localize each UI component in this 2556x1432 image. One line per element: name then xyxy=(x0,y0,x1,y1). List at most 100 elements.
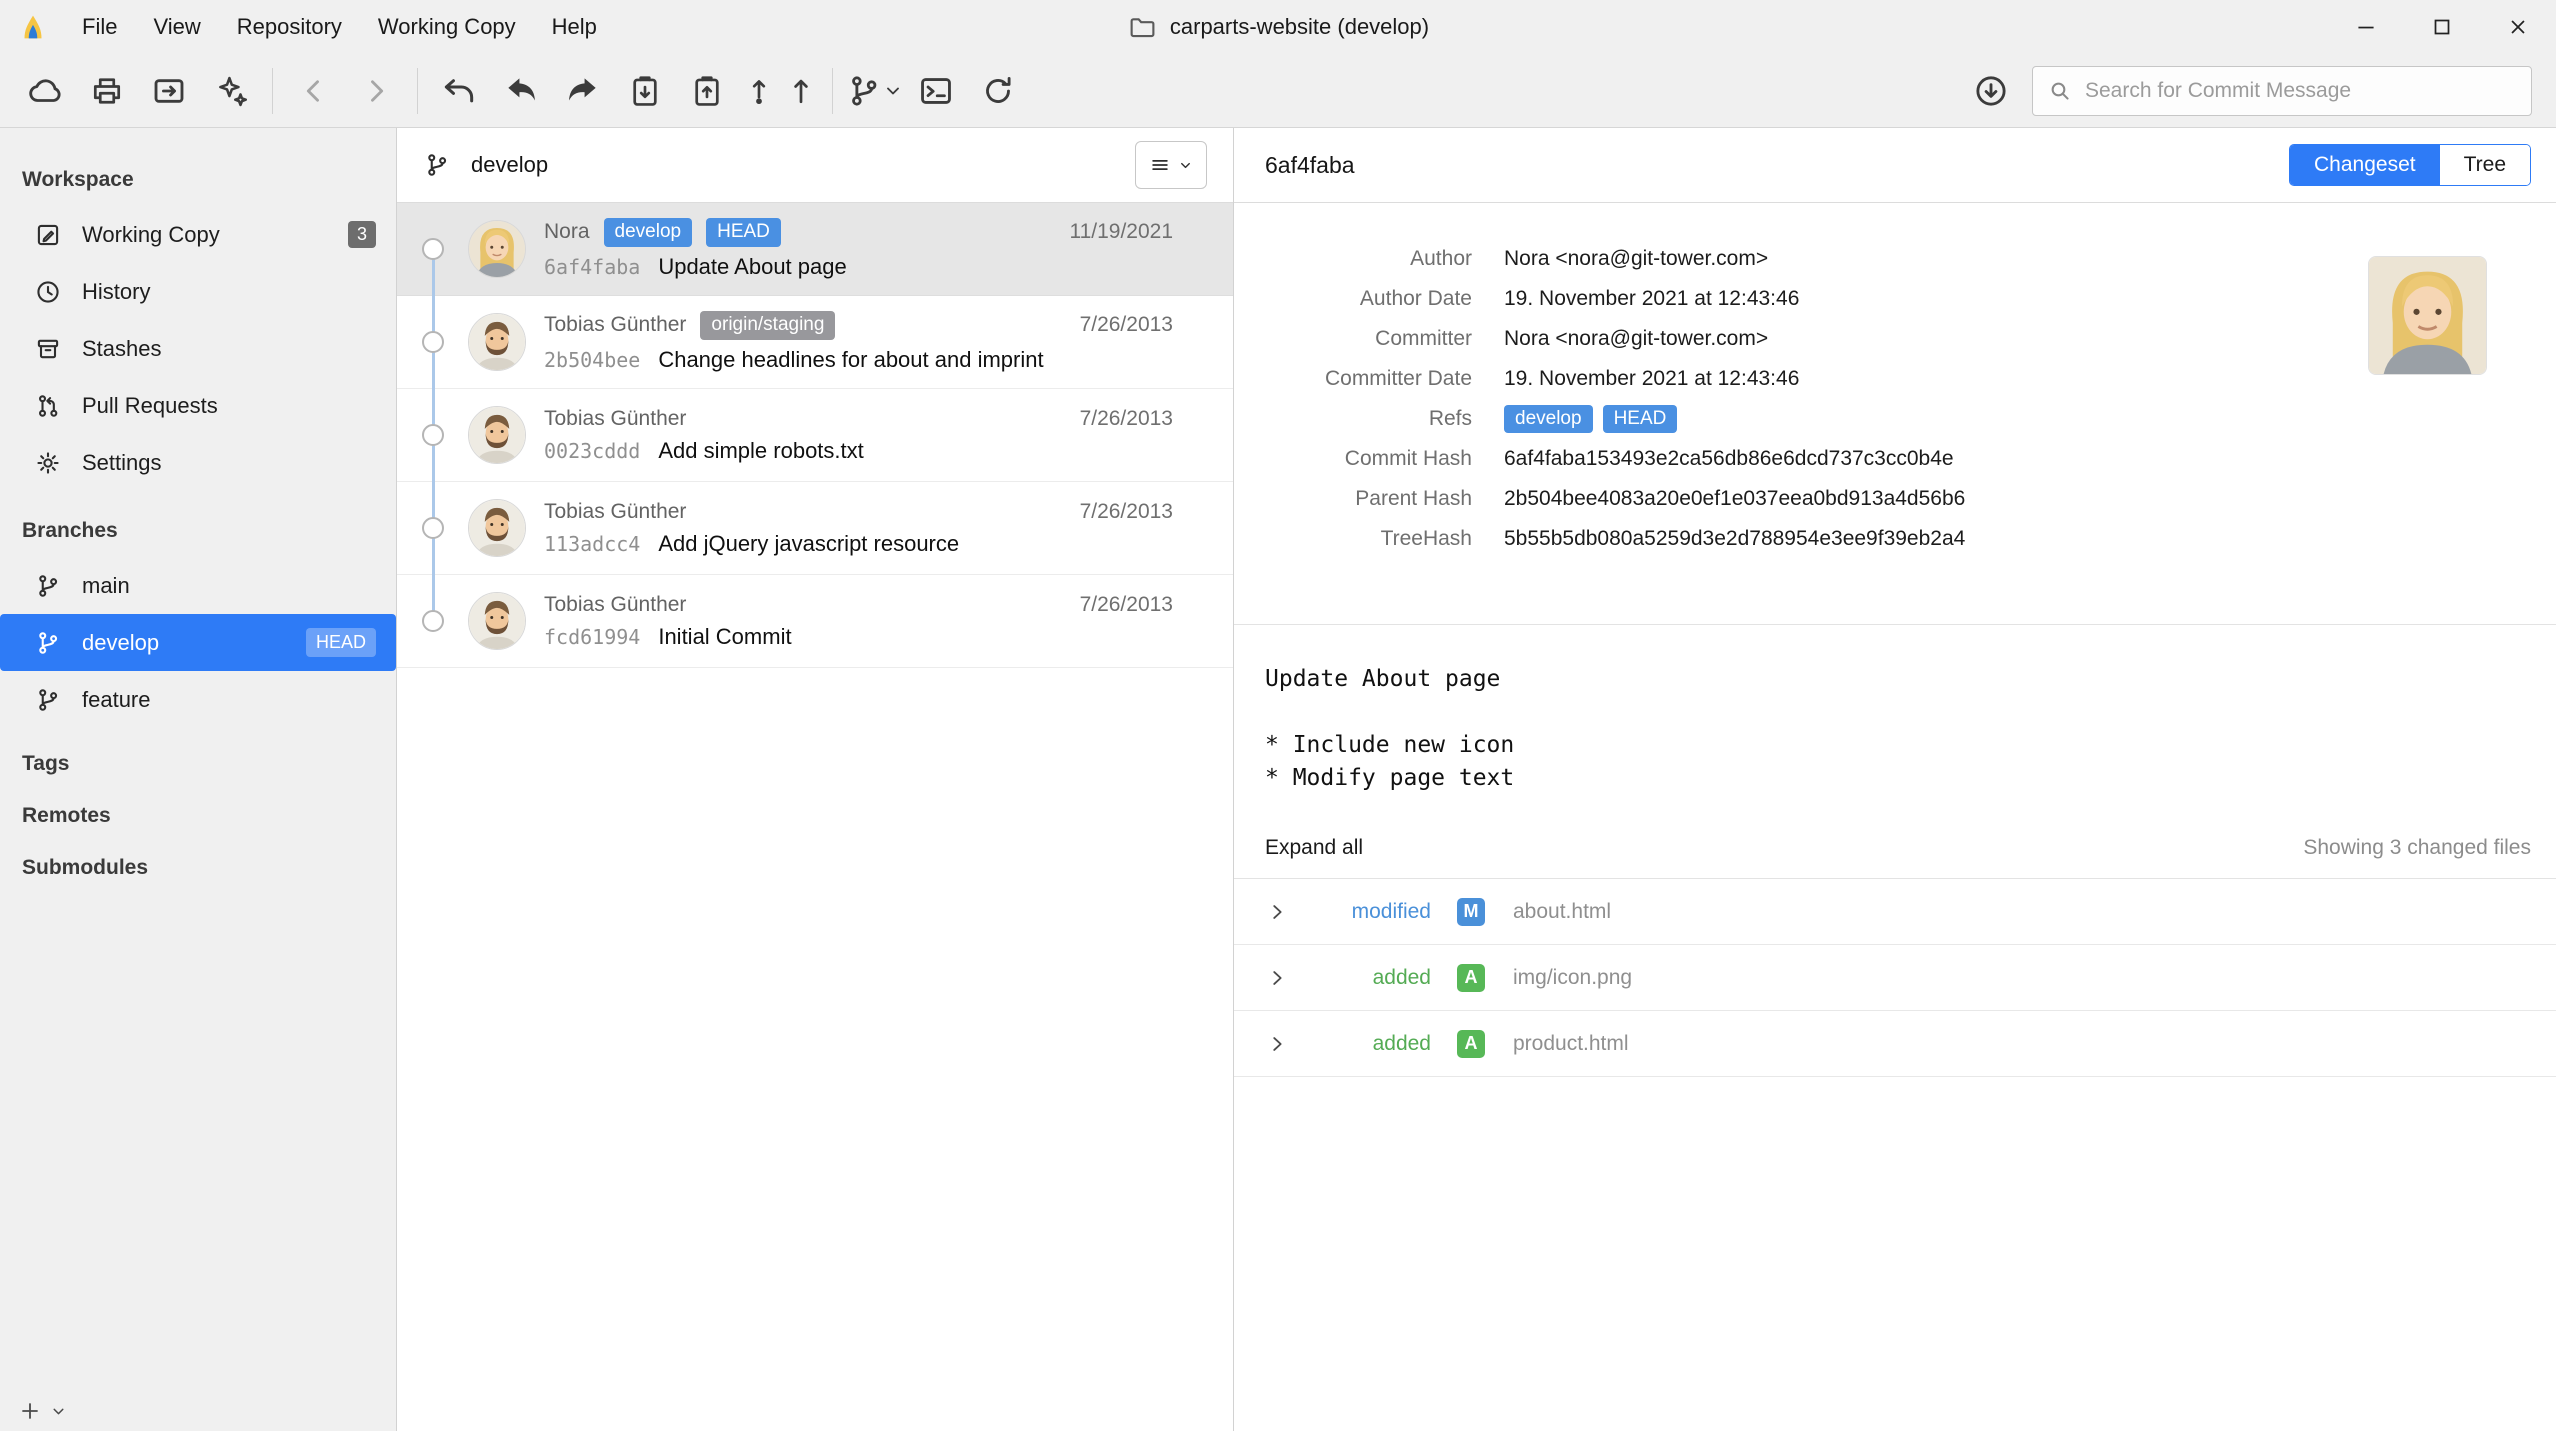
history-clock-icon xyxy=(34,278,62,306)
curved-arrow-right-icon xyxy=(564,72,602,110)
fetch-button[interactable] xyxy=(1970,62,2012,120)
sidebar-item-label: Pull Requests xyxy=(82,393,218,419)
field-label: Committer Date xyxy=(1234,367,1472,391)
forward-button[interactable] xyxy=(345,62,407,120)
search-input[interactable] xyxy=(2085,79,2517,103)
plus-icon[interactable] xyxy=(18,1399,42,1423)
commit-info: Tobias Günther 7/26/2013 0023cddd Add si… xyxy=(544,407,1173,464)
chevron-right-icon[interactable] xyxy=(1266,901,1306,923)
undo-arrow-icon xyxy=(440,72,478,110)
commit-row[interactable]: Tobias Günther 7/26/2013 113adcc4 Add jQ… xyxy=(397,482,1233,575)
commit-date: 7/26/2013 xyxy=(1080,500,1173,524)
open-workspace-button[interactable] xyxy=(138,62,200,120)
clipboard-down-icon xyxy=(626,72,664,110)
field-value: Nora <nora@git-tower.com> xyxy=(1504,327,1768,351)
sidebar-branch-main[interactable]: main xyxy=(0,557,396,614)
menu-repository[interactable]: Repository xyxy=(219,0,360,54)
file-row[interactable]: added A product.html xyxy=(1234,1011,2556,1077)
sidebar-item-label: Settings xyxy=(82,450,162,476)
chevron-down-icon[interactable] xyxy=(50,1403,67,1420)
section-header-remotes[interactable]: Remotes xyxy=(0,790,396,842)
minimize-icon xyxy=(2353,14,2379,40)
stash-save-button[interactable] xyxy=(614,62,676,120)
download-circle-icon xyxy=(1972,72,2010,110)
maximize-button[interactable] xyxy=(2404,0,2480,54)
sidebar-item-working-copy[interactable]: Working Copy 3 xyxy=(0,206,396,263)
avatar xyxy=(468,313,526,371)
merge-button[interactable] xyxy=(490,62,552,120)
file-row[interactable]: added A img/icon.png xyxy=(1234,945,2556,1011)
head-badge: HEAD xyxy=(306,628,376,657)
workspace-window-icon xyxy=(150,72,188,110)
cherry-pick-button[interactable] xyxy=(552,62,614,120)
commit-row[interactable]: Tobias Günther 7/26/2013 fcd61994 Initia… xyxy=(397,575,1233,668)
cloud-button[interactable] xyxy=(14,62,76,120)
branch-label: feature xyxy=(82,687,151,713)
push-arrow-icon xyxy=(783,73,819,109)
commit-info: Tobias Günther 7/26/2013 fcd61994 Initia… xyxy=(544,593,1173,650)
sidebar-item-stashes[interactable]: Stashes xyxy=(0,320,396,377)
changeset-tab[interactable]: Changeset xyxy=(2290,145,2440,185)
list-options-button[interactable] xyxy=(1135,141,1207,189)
detail-commit-hash: 6af4faba xyxy=(1265,152,1355,179)
menu-help[interactable]: Help xyxy=(534,0,615,54)
detail-field-author-date: Author Date 19. November 2021 at 12:43:4… xyxy=(1234,279,2556,319)
commit-hash: 113adcc4 xyxy=(544,532,640,556)
sidebar-item-history[interactable]: History xyxy=(0,263,396,320)
printer-icon xyxy=(89,73,125,109)
section-header-workspace[interactable]: Workspace xyxy=(0,154,396,206)
sidebar-item-pull-requests[interactable]: Pull Requests xyxy=(0,377,396,434)
tree-tab[interactable]: Tree xyxy=(2440,145,2530,185)
branch-icon xyxy=(845,72,883,110)
sidebar-item-settings[interactable]: Settings xyxy=(0,434,396,491)
head-badge: HEAD xyxy=(1603,405,1678,434)
commit-graph-node xyxy=(422,517,444,539)
head-badge: HEAD xyxy=(706,218,781,247)
sidebar-branch-feature[interactable]: feature xyxy=(0,671,396,728)
file-row[interactable]: modified M about.html xyxy=(1234,879,2556,945)
commit-row[interactable]: Tobias Günther 7/26/2013 0023cddd Add si… xyxy=(397,389,1233,482)
field-value: 5b55b5db080a5259d3e2d788954e3ee9f39eb2a4 xyxy=(1504,527,1965,551)
field-value: 6af4faba153493e2ca56db86e6dcd737c3cc0b4e xyxy=(1504,447,1954,471)
detail-field-committer-date: Committer Date 19. November 2021 at 12:4… xyxy=(1234,359,2556,399)
search-icon xyxy=(2047,78,2073,104)
menu-view[interactable]: View xyxy=(135,0,218,54)
section-header-submodules[interactable]: Submodules xyxy=(0,842,396,894)
maximize-icon xyxy=(2429,14,2455,40)
titlebar: File View Repository Working Copy Help c… xyxy=(0,0,2556,54)
commit-row[interactable]: Tobias Günther origin/staging 7/26/2013 … xyxy=(397,296,1233,389)
printer-button[interactable] xyxy=(76,62,138,120)
back-button[interactable] xyxy=(283,62,345,120)
chevron-right-icon[interactable] xyxy=(1266,967,1306,989)
undo-button[interactable] xyxy=(428,62,490,120)
files-summary: Showing 3 changed files xyxy=(2303,836,2531,860)
push-button[interactable] xyxy=(780,62,822,120)
section-header-branches[interactable]: Branches xyxy=(0,505,396,557)
chevron-right-icon[interactable] xyxy=(1266,1033,1306,1055)
chevron-down-icon xyxy=(1178,158,1193,173)
close-button[interactable] xyxy=(2480,0,2556,54)
branch-actions-button[interactable] xyxy=(843,62,905,120)
cleanup-button[interactable] xyxy=(200,62,262,120)
commit-message: Change headlines for about and imprint xyxy=(658,347,1043,373)
commit-info: Nora develop HEAD 11/19/2021 6af4faba Up… xyxy=(544,218,1173,280)
sidebar-branch-develop[interactable]: develop HEAD xyxy=(0,614,396,671)
menu-working-copy[interactable]: Working Copy xyxy=(360,0,534,54)
commit-search-box xyxy=(2032,66,2532,116)
menu-file[interactable]: File xyxy=(64,0,135,54)
branch-icon xyxy=(34,572,62,600)
main-area: Workspace Working Copy 3 History Stashes… xyxy=(0,128,2556,1431)
refresh-button[interactable] xyxy=(967,62,1029,120)
pull-button[interactable] xyxy=(738,62,780,120)
stash-apply-button[interactable] xyxy=(676,62,738,120)
message-line: * Include new icon xyxy=(1265,729,2526,762)
sidebar-footer xyxy=(18,1399,67,1423)
detail-field-refs: Refs develop HEAD xyxy=(1234,399,2556,439)
expand-all-link[interactable]: Expand all xyxy=(1265,836,1363,860)
working-copy-count-badge: 3 xyxy=(348,221,376,248)
terminal-button[interactable] xyxy=(905,62,967,120)
view-toggle: Changeset Tree xyxy=(2289,144,2531,186)
commit-row[interactable]: Nora develop HEAD 11/19/2021 6af4faba Up… xyxy=(397,203,1233,296)
section-header-tags[interactable]: Tags xyxy=(0,738,396,790)
minimize-button[interactable] xyxy=(2328,0,2404,54)
